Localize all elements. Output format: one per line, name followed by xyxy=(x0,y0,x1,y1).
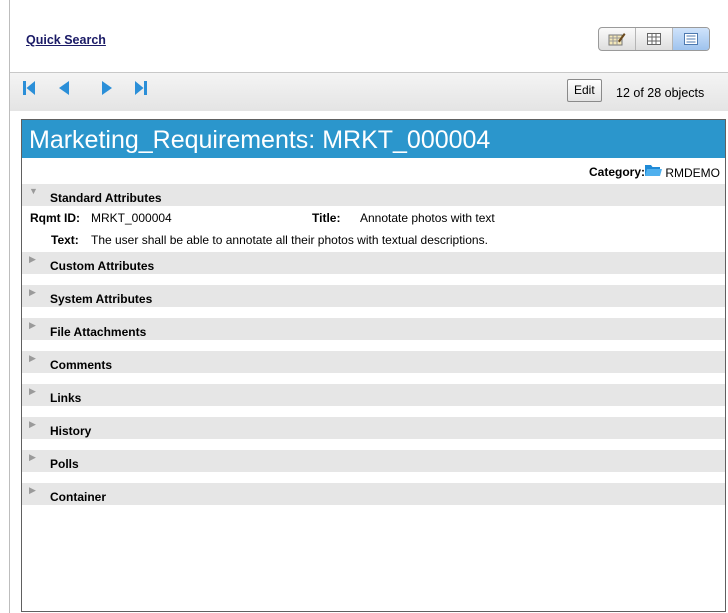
section-label: Standard Attributes xyxy=(50,191,162,205)
grid-view-button[interactable] xyxy=(636,28,673,50)
category-value[interactable]: RMDEMO xyxy=(665,166,720,180)
record-navigation-bar: Edit 12 of 28 objects xyxy=(10,72,728,111)
rqmt-id-label: Rqmt ID: xyxy=(30,211,80,225)
section-container[interactable]: ▶ Container xyxy=(22,483,725,516)
category-row: Category: RMDEMO xyxy=(22,158,725,184)
view-switcher xyxy=(598,27,710,51)
section-label: Comments xyxy=(50,358,113,372)
section-label: Container xyxy=(50,490,107,504)
section-file-attachments[interactable]: ▶ File Attachments xyxy=(22,318,725,351)
list-icon xyxy=(684,33,698,45)
list-view-button[interactable] xyxy=(673,28,709,50)
section-history[interactable]: ▶ History xyxy=(22,417,725,450)
section-standard-attributes[interactable]: ▼ Standard Attributes xyxy=(22,184,725,206)
title-value: Annotate photos with text xyxy=(360,211,495,225)
rqmt-id-value: MRKT_000004 xyxy=(91,211,172,225)
object-count: 12 of 28 objects xyxy=(616,86,705,100)
expand-triangle-icon: ▶ xyxy=(29,386,36,396)
section-label: History xyxy=(50,424,92,438)
edit-button[interactable]: Edit xyxy=(567,79,602,102)
last-record-icon[interactable] xyxy=(135,81,147,95)
record-title: Marketing_Requirements: MRKT_000004 xyxy=(22,120,725,158)
text-label: Text: xyxy=(51,233,79,247)
section-polls[interactable]: ▶ Polls xyxy=(22,450,725,483)
expand-triangle-icon: ▶ xyxy=(29,254,36,264)
section-comments[interactable]: ▶ Comments xyxy=(22,351,725,384)
form-view-button[interactable] xyxy=(599,28,636,50)
section-custom-attributes[interactable]: ▶ Custom Attributes xyxy=(22,252,725,285)
previous-record-icon[interactable] xyxy=(59,81,69,95)
section-label: Links xyxy=(50,391,82,405)
section-label: Custom Attributes xyxy=(50,259,155,273)
quick-search-link[interactable]: Quick Search xyxy=(26,33,106,47)
expand-triangle-icon: ▶ xyxy=(29,452,36,462)
expand-triangle-icon: ▶ xyxy=(29,287,36,297)
form-edit-icon xyxy=(608,33,626,46)
section-system-attributes[interactable]: ▶ System Attributes xyxy=(22,285,725,318)
text-value: The user shall be able to annotate all t… xyxy=(91,233,488,247)
first-record-icon[interactable] xyxy=(23,81,35,95)
section-label: System Attributes xyxy=(50,292,153,306)
standard-attributes-content: Rqmt ID: MRKT_000004 Title: Annotate pho… xyxy=(22,206,725,252)
next-record-icon[interactable] xyxy=(102,81,112,95)
category-label: Category: xyxy=(588,165,645,179)
expand-triangle-icon: ▶ xyxy=(29,485,36,495)
section-label: File Attachments xyxy=(50,325,147,339)
expand-triangle-icon: ▶ xyxy=(29,419,36,429)
folder-icon xyxy=(645,165,662,176)
attr-row-text: Text: The user shall be able to annotate… xyxy=(22,228,725,250)
section-links[interactable]: ▶ Links xyxy=(22,384,725,417)
expand-triangle-icon: ▶ xyxy=(29,320,36,330)
section-label: Polls xyxy=(50,457,79,471)
attr-row-id-title: Rqmt ID: MRKT_000004 Title: Annotate pho… xyxy=(22,206,725,228)
grid-icon xyxy=(647,33,661,45)
top-toolbar: Quick Search xyxy=(10,0,728,72)
expand-triangle-icon: ▶ xyxy=(29,353,36,363)
collapse-triangle-icon: ▼ xyxy=(29,186,38,196)
collapsed-sections: ▶ Custom Attributes ▶ System Attributes … xyxy=(22,252,725,516)
title-label: Title: xyxy=(312,211,341,225)
record-panel: Marketing_Requirements: MRKT_000004 Cate… xyxy=(21,119,726,612)
